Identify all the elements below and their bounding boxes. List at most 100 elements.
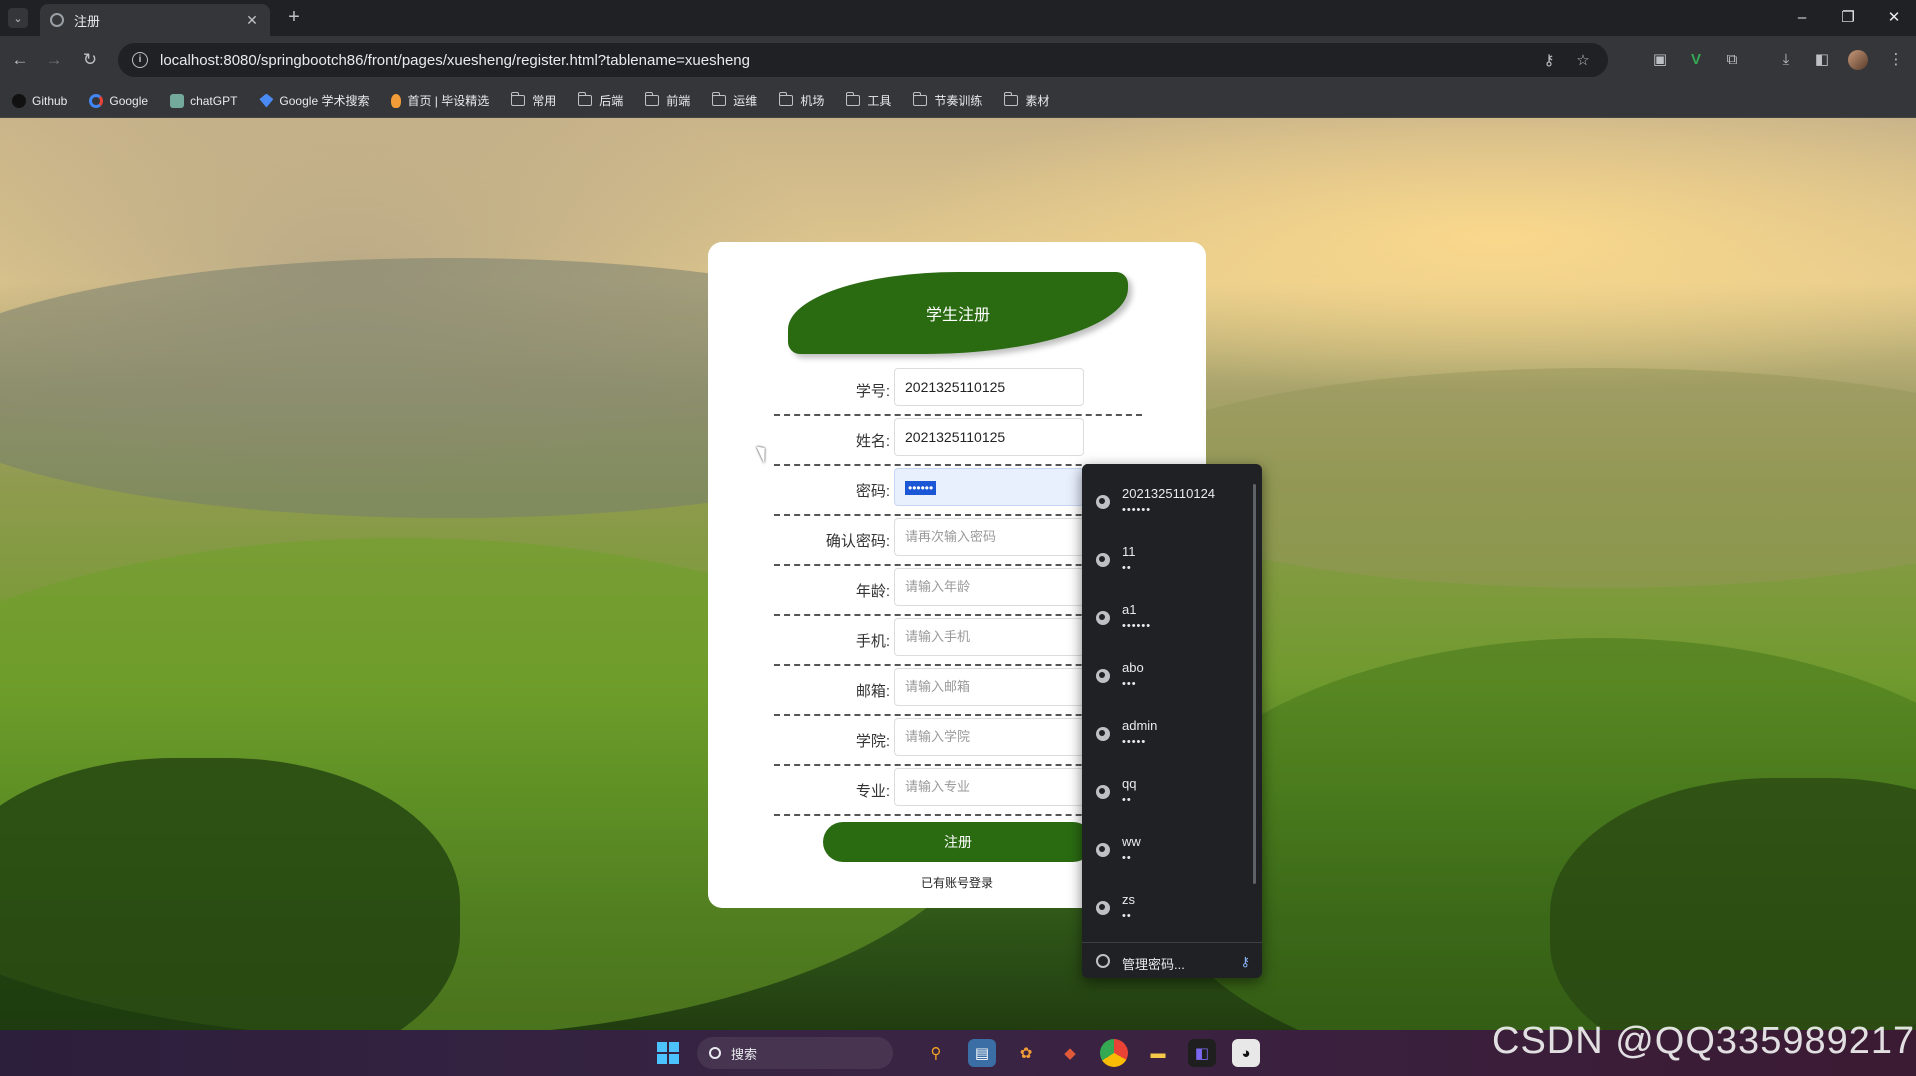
bookmark-folder-yunwei[interactable]: 运维 [712,92,757,109]
extensions-puzzle-icon[interactable]: ⧉ [1720,48,1744,72]
minimize-button[interactable]: – [1782,6,1822,30]
bookmark-google-scholar[interactable]: Google 学术搜索 [259,92,369,109]
back-button[interactable]: ← [8,48,32,72]
github-icon [12,93,26,108]
phone-input[interactable]: 请输入手机 [894,618,1084,656]
download-icon[interactable]: ⤓ [1774,48,1798,72]
search-icon [709,1047,721,1059]
folder-icon [779,92,794,106]
folder-icon [511,92,526,106]
divider [1082,942,1262,943]
student-id-input[interactable]: 2021325110125 [894,368,1084,406]
screenshot-app-icon[interactable]: ▤ [968,1039,996,1067]
vue-devtools-icon[interactable]: V [1684,48,1708,72]
active-tab[interactable]: 注册 ✕ [40,4,270,36]
bookmark-folder-gongju[interactable]: 工具 [846,92,891,109]
site-info-icon[interactable]: i [132,52,148,68]
saved-username: abo [1122,660,1144,675]
globe-icon [1096,611,1110,625]
bookmark-chatgpt[interactable]: chatGPT [170,93,237,108]
saved-password-item[interactable]: admin ••••• [1082,706,1252,764]
saved-password-mask: ••• [1122,678,1137,690]
field-label: 邮箱: [855,683,890,700]
flame-icon [391,93,402,108]
saved-username: 2021325110124 [1122,486,1216,501]
name-input[interactable]: 2021325110125 [894,418,1084,456]
close-window-button[interactable]: ✕ [1874,6,1914,30]
ide-icon[interactable]: ◧ [1188,1039,1216,1067]
password-value: •••••• [905,481,937,495]
confirm-password-input[interactable]: 请再次输入密码 [894,518,1084,556]
bookmark-folder-jiezou[interactable]: 节奏训练 [913,92,982,109]
bookmark-folder-qianduan[interactable]: 前端 [645,92,690,109]
animal-app-icon[interactable]: ✿ [1012,1039,1040,1067]
menu-kebab-icon[interactable]: ⋮ [1884,48,1908,72]
extension-icon[interactable]: ▣ [1648,48,1672,72]
address-bar[interactable]: i localhost:8080/springbootch86/front/pa… [118,43,1608,77]
search-app-icon[interactable]: ⚲ [922,1039,950,1067]
bookmark-bishe[interactable]: 首页 | 毕设精选 [391,92,489,109]
password-input[interactable]: •••••• [894,468,1084,506]
saved-password-mask: •••••• [1122,504,1152,516]
tab-search-button[interactable]: ⌄ [8,8,28,28]
age-input[interactable]: 请输入年龄 [894,568,1084,606]
profile-avatar[interactable] [1848,50,1868,70]
folder-icon [645,92,660,106]
globe-icon [1096,785,1110,799]
restore-button[interactable]: ❐ [1828,6,1868,30]
windows-start-icon[interactable] [657,1042,679,1064]
form-row-xingming: 姓名: 2021325110125 [774,416,1142,466]
saved-username: qq [1122,776,1137,791]
saved-password-item[interactable]: 11 •• [1082,532,1252,590]
bookmark-folder-houduan[interactable]: 后端 [578,92,623,109]
bookmark-folder-jichang[interactable]: 机场 [779,92,824,109]
globe-icon [50,13,64,27]
bird-app-icon[interactable]: ◆ [1056,1039,1084,1067]
google-icon [89,93,104,108]
register-button[interactable]: 注册 [823,822,1093,862]
saved-password-mask: •• [1122,562,1132,574]
folder-icon [578,92,593,106]
file-explorer-icon[interactable]: ▬ [1144,1039,1172,1067]
side-panel-icon[interactable]: ◧ [1810,48,1834,72]
chrome-icon[interactable] [1100,1039,1128,1067]
saved-password-item[interactable]: ww •• [1082,822,1252,880]
taskbar-search[interactable]: 搜索 [697,1037,893,1069]
college-input[interactable]: 请输入学院 [894,718,1084,756]
globe-icon [1096,901,1110,915]
close-tab-icon[interactable]: ✕ [244,12,260,29]
bookmark-github[interactable]: Github [12,93,67,108]
forward-button[interactable]: → [42,48,66,72]
saved-password-item[interactable]: qq •• [1082,764,1252,822]
field-label: 确认密码: [825,533,890,550]
major-input[interactable]: 请输入专业 [894,768,1084,806]
field-label: 姓名: [855,433,890,450]
globe-icon [1096,843,1110,857]
search-label: 搜索 [731,1046,758,1062]
saved-password-item[interactable]: a1 •••••• [1082,590,1252,648]
manage-passwords-label: 管理密码... [1122,957,1185,972]
saved-password-mask: •• [1122,852,1132,864]
saved-password-item[interactable]: 2021325110124 •••••• [1082,474,1252,532]
bookmark-star-icon[interactable]: ☆ [1572,51,1594,69]
folder-icon [712,92,727,106]
key-icon: ⚷ [1240,954,1250,969]
saved-password-item[interactable]: zs •• [1082,880,1252,938]
field-label: 学院: [855,733,890,750]
saved-password-item[interactable]: abo ••• [1082,648,1252,706]
saved-password-mask: •• [1122,910,1132,922]
qq-icon[interactable]: ◕ [1232,1039,1260,1067]
folder-icon [1004,92,1019,106]
reload-button[interactable]: ↻ [78,48,102,72]
popup-scrollbar[interactable] [1253,484,1256,884]
manage-passwords-item[interactable]: 管理密码... ⚷ [1082,944,1262,978]
new-tab-button[interactable]: + [282,6,306,29]
key-icon[interactable]: ⚷ [1538,51,1560,69]
field-label: 专业: [855,783,890,800]
bookmark-folder-changyong[interactable]: 常用 [511,92,556,109]
url-text[interactable]: localhost:8080/springbootch86/front/page… [160,52,1526,69]
bookmark-folder-sucai[interactable]: 素材 [1004,92,1049,109]
saved-username: admin [1122,718,1158,733]
email-input[interactable]: 请输入邮箱 [894,668,1084,706]
bookmark-google[interactable]: Google [89,93,148,108]
